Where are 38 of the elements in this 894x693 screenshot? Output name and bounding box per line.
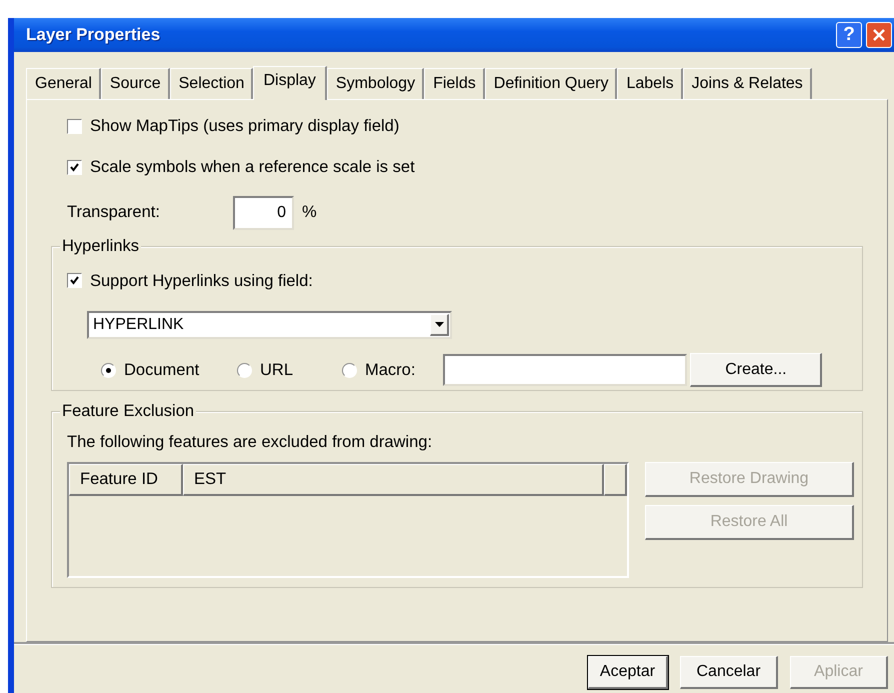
column-header[interactable]: Feature ID bbox=[69, 464, 183, 496]
tab[interactable]: Source bbox=[100, 68, 170, 99]
checkbox[interactable] bbox=[67, 118, 82, 134]
group-title: Hyperlinks bbox=[60, 236, 142, 254]
radio-label[interactable]: Macro: bbox=[365, 358, 416, 383]
tab[interactable]: Display bbox=[253, 66, 327, 100]
checkbox-label[interactable]: Scale symbols when a reference scale is set bbox=[90, 154, 415, 180]
tab[interactable]: Selection bbox=[170, 68, 254, 99]
close-icon[interactable] bbox=[872, 28, 886, 42]
tab[interactable]: Joins & Relates bbox=[682, 68, 812, 99]
radio-button[interactable] bbox=[237, 362, 252, 378]
macro-field[interactable] bbox=[443, 354, 688, 386]
tab[interactable]: General bbox=[26, 68, 101, 99]
field-dropdown[interactable]: HYPERLINK bbox=[87, 311, 452, 340]
tab[interactable]: Symbology bbox=[326, 68, 424, 99]
checkbox[interactable] bbox=[67, 160, 82, 175]
tab[interactable]: Fields bbox=[424, 68, 485, 99]
create-button[interactable]: Create... bbox=[690, 353, 822, 388]
radio-label[interactable]: URL bbox=[260, 358, 294, 383]
group-title: Feature Exclusion bbox=[60, 402, 196, 420]
transparency-field[interactable]: 0 bbox=[233, 196, 294, 230]
column-header[interactable]: EST bbox=[182, 464, 604, 496]
checkbox-label[interactable]: Show MapTips (uses primary display field) bbox=[90, 114, 400, 139]
help-button[interactable]: ? bbox=[836, 22, 862, 48]
transparency-label: Transparent: bbox=[67, 202, 161, 224]
description-text: The following features are excluded from drawing: bbox=[67, 432, 434, 452]
radio-button[interactable] bbox=[342, 362, 357, 378]
tab[interactable]: Definition Query bbox=[484, 68, 618, 99]
checkbox[interactable] bbox=[67, 273, 82, 288]
window-title: Layer Properties bbox=[26, 24, 160, 46]
percent-label: % bbox=[302, 202, 317, 224]
close-button[interactable] bbox=[866, 22, 892, 48]
radio-label[interactable]: Document bbox=[124, 358, 200, 383]
tab[interactable]: Labels bbox=[617, 68, 683, 99]
radio-button[interactable] bbox=[101, 362, 116, 378]
dialog-button[interactable]: Aceptar bbox=[588, 656, 668, 689]
checkbox-label[interactable]: Support Hyperlinks using field: bbox=[90, 268, 313, 294]
dialog-button[interactable]: Cancelar bbox=[680, 656, 778, 689]
